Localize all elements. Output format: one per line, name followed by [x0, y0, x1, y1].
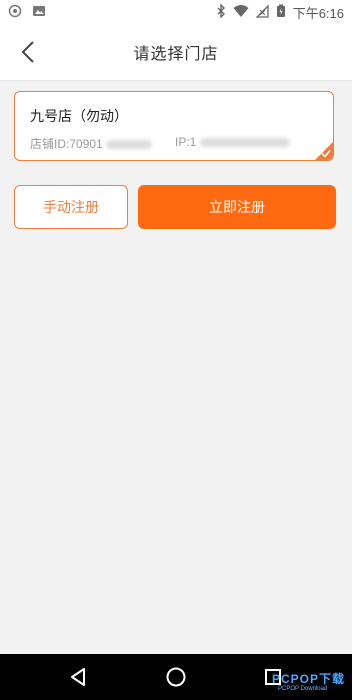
- store-ip-value: 1: [189, 135, 197, 149]
- watermark-sub: PCPOP Download: [278, 686, 328, 692]
- store-ip-redacted: [199, 138, 290, 148]
- store-card[interactable]: 九号店（勿动） 店铺ID:70901 IP:1: [14, 91, 334, 161]
- store-ip-label: IP:: [175, 135, 190, 149]
- settings-icon: [8, 4, 22, 21]
- store-name: 九号店（勿动）: [30, 109, 128, 125]
- status-left-icons: [8, 4, 46, 21]
- image-icon: [32, 4, 46, 21]
- status-time: 下午6:16: [292, 6, 344, 21]
- battery-icon: [276, 4, 286, 21]
- home-circle-icon: [166, 667, 186, 687]
- register-now-button[interactable]: 立即注册: [138, 185, 336, 229]
- nav-back-button[interactable]: [68, 666, 90, 688]
- store-id: 店铺ID:70901: [30, 135, 153, 152]
- check-icon: [321, 149, 331, 158]
- signal-icon: [255, 4, 269, 21]
- wifi-icon: [233, 4, 249, 21]
- store-ip: IP:1: [175, 135, 290, 149]
- page-title: 请选择门店: [133, 44, 219, 63]
- store-id-value: 70901: [69, 137, 103, 151]
- nav-home-button[interactable]: [165, 666, 187, 688]
- store-id-redacted: [106, 140, 153, 150]
- watermark-main: PCPOP下载: [272, 672, 346, 686]
- store-id-label: 店铺ID:: [30, 137, 70, 151]
- chevron-left-icon: [21, 41, 34, 63]
- status-bar: 下午6:16: [0, 0, 352, 24]
- back-button[interactable]: [14, 38, 42, 66]
- header-divider: [0, 80, 352, 81]
- manual-register-button[interactable]: 手动注册: [14, 185, 128, 229]
- back-triangle-icon: [71, 668, 85, 686]
- bluetooth-icon: [216, 3, 226, 21]
- status-right-icons: 下午6:16: [216, 3, 344, 22]
- header: 请选择门店: [0, 24, 352, 80]
- watermark: PCPOP下载 PCPOP Download: [266, 670, 352, 700]
